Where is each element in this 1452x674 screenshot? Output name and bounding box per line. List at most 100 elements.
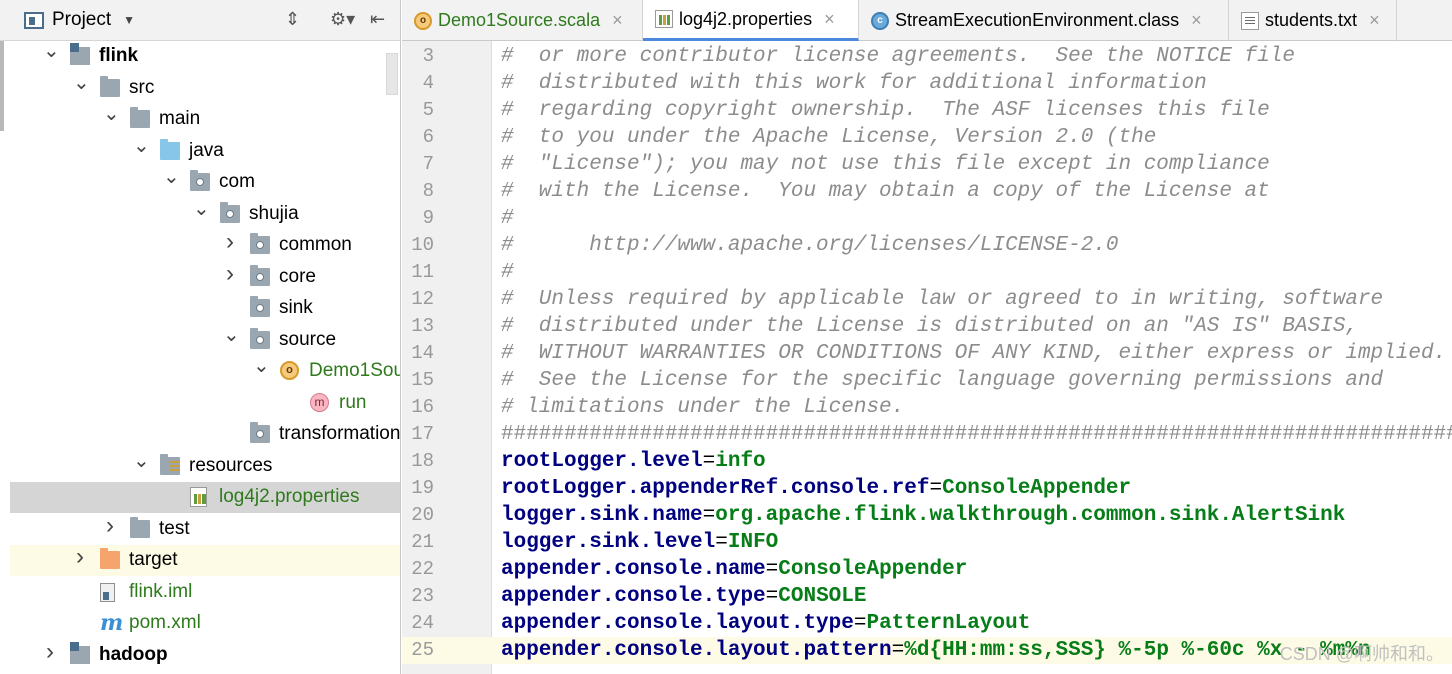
tree-item[interactable]: m pom.xml [10,608,400,639]
tree-item[interactable]: sink [10,293,400,324]
chevron-down-icon[interactable]: ⌄ [163,167,180,187]
chevron-down-icon: ▼ [123,13,136,27]
property-key: rootLogger.appenderRef.console.ref [501,477,930,500]
close-icon[interactable]: × [824,9,835,30]
editor-tab[interactable]: log4j2.properties × [643,0,859,41]
editor-tab[interactable]: students.txt × [1229,0,1397,41]
chevron-right-icon[interactable]: › [223,261,237,285]
code-line[interactable]: 18 rootLogger.level=info [402,448,1452,475]
tree-item[interactable]: ⌄ source [10,325,400,356]
chevron-right-icon[interactable]: › [223,230,237,254]
tree-item[interactable]: ⌄ com [10,167,400,198]
tree-item-label: sink [279,297,313,318]
tree-item[interactable]: ⌄ src [10,73,400,104]
chevron-down-icon[interactable]: ⌄ [223,325,240,345]
chevron-right-icon[interactable]: › [43,639,57,663]
code-line[interactable]: 12 # Unless required by applicable law or… [402,286,1452,313]
code-line[interactable]: 10 # http://www.apache.org/licenses/LICEN… [402,232,1452,259]
code-line[interactable]: 17 ######################################… [402,421,1452,448]
properties-file-icon [190,487,207,507]
property-value: org.apache.flink.walkthrough.common.sink… [715,504,1346,527]
line-content: # regarding copyright ownership. The ASF… [501,99,1270,123]
editor-tab[interactable]: c StreamExecutionEnvironment.class × [859,0,1229,41]
tree-item[interactable]: log4j2.properties [10,482,400,513]
chevron-right-icon[interactable]: › [73,545,87,569]
tree-item[interactable]: ⌄ java [10,136,400,167]
tree-item[interactable]: › test [10,513,400,545]
package-dot [196,178,204,186]
tree-item[interactable]: flink.iml [10,577,400,608]
line-content: appender.console.layout.type=PatternLayo… [501,612,1030,636]
code-line[interactable]: 24 appender.console.layout.type=PatternLa… [402,610,1452,637]
tree-item[interactable]: ⌄ main [10,104,400,135]
project-view-selector[interactable]: Project ▼ [24,9,135,31]
chevron-down-icon[interactable]: ⌄ [133,451,150,471]
code-line[interactable]: 14 # WITHOUT WARRANTIES OR CONDITIONS OF … [402,340,1452,367]
chevron-down-icon[interactable]: ⌄ [133,136,150,156]
package-icon [250,233,270,254]
tree-item-label: shujia [249,202,299,224]
close-icon[interactable]: × [612,10,623,31]
chevron-down-icon[interactable]: ⌄ [103,104,120,124]
code-line[interactable]: 15 # See the License for the specific lan… [402,367,1452,394]
equals-sign: = [765,558,779,581]
line-content: # WITHOUT WARRANTIES OR CONDITIONS OF AN… [501,342,1446,366]
package-dot [256,241,264,249]
code-line[interactable]: 8 # with the License. You may obtain a co… [402,178,1452,205]
properties-file-icon [655,10,673,28]
tree-scrollbar[interactable] [386,53,398,95]
tree-item[interactable]: › core [10,261,400,293]
chevron-down-icon[interactable]: ⌄ [73,73,90,93]
code-line[interactable]: 22 appender.console.name=ConsoleAppender [402,556,1452,583]
code-line[interactable]: 16 # limitations under the License. [402,394,1452,421]
line-content: logger.sink.name=org.apache.flink.walkth… [501,504,1345,528]
chevron-down-icon[interactable]: ⌄ [193,199,210,219]
close-icon[interactable]: × [1191,10,1202,31]
close-icon[interactable]: × [1369,10,1380,31]
code-line[interactable]: 13 # distributed under the License is dis… [402,313,1452,340]
gear-icon[interactable]: ⚙▾ [330,9,355,30]
tree-item-label: target [129,549,178,570]
tree-item[interactable]: m run [10,388,400,419]
code-line[interactable]: 6 # to you under the Apache License, Vers… [402,124,1452,151]
line-number: 11 [411,261,434,283]
tree-item[interactable]: › target [10,545,400,576]
line-content: appender.console.type=CONSOLE [501,585,866,609]
line-number: 19 [411,477,434,499]
code-line[interactable]: 3 # or more contributor license agreement… [402,43,1452,70]
code-editor[interactable]: 3 # or more contributor license agreement… [402,41,1452,674]
property-key: appender.console.layout.pattern [501,639,892,662]
code-line[interactable]: 4 # distributed with this work for additi… [402,70,1452,97]
comment-text: # or more contributor license agreements… [501,45,1295,68]
tree-item[interactable]: › common [10,230,400,261]
code-line[interactable]: 11 # [402,259,1452,286]
line-number: 22 [411,558,434,580]
code-line[interactable]: 5 # regarding copyright ownership. The AS… [402,97,1452,124]
tree-item[interactable]: ⌄ o Demo1Source [10,356,400,387]
project-icon [24,11,44,29]
tree-item[interactable]: ⌄ shujia [10,199,400,230]
editor-tab[interactable]: o Demo1Source.scala × [402,0,643,41]
tree-item[interactable]: › hadoop [10,639,400,671]
code-line[interactable]: 21 logger.sink.level=INFO [402,529,1452,556]
resources-folder-icon [160,453,180,475]
tree-item[interactable]: ⌄ resources [10,451,400,482]
hide-panel-icon[interactable]: ⇤ [370,9,385,30]
collapse-all-icon[interactable]: ⇕ [285,9,300,30]
code-line[interactable]: 20 logger.sink.name=org.apache.flink.walk… [402,502,1452,529]
comment-text: # See the License for the specific langu… [501,369,1384,392]
line-content: ########################################… [501,423,1452,447]
tree-item[interactable]: ⌄ flink [10,41,400,72]
chevron-down-icon[interactable]: ⌄ [43,41,60,61]
line-content: # distributed under the License is distr… [501,315,1358,339]
code-line[interactable]: 7 # "License"); you may not use this file… [402,151,1452,178]
chevron-down-icon[interactable]: ⌄ [253,356,270,376]
tree-item-label: com [219,171,255,192]
code-line[interactable]: 23 appender.console.type=CONSOLE [402,583,1452,610]
code-line[interactable]: 9 # [402,205,1452,232]
code-line[interactable]: 19 rootLogger.appenderRef.console.ref=Con… [402,475,1452,502]
chevron-right-icon[interactable]: › [103,513,117,537]
property-key: logger.sink.level [501,531,716,554]
tree-item[interactable]: transformation [10,419,400,450]
line-number: 9 [422,207,434,229]
